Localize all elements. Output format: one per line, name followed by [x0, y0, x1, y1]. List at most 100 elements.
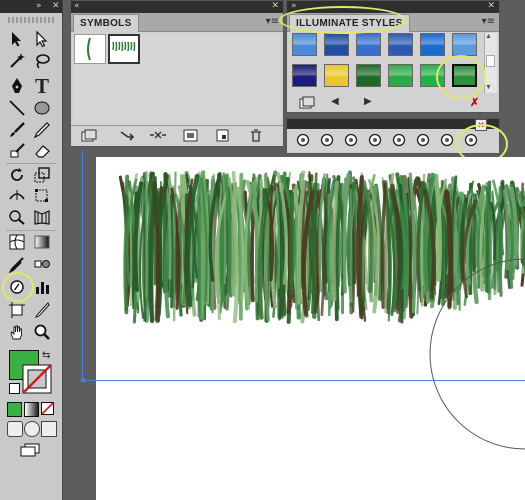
stroke-swatch[interactable] — [22, 364, 52, 394]
perspective-grid-tool[interactable] — [31, 207, 53, 227]
panel-grip[interactable] — [8, 17, 54, 23]
artboard-tool[interactable] — [6, 300, 28, 320]
pen-tool[interactable] — [6, 76, 28, 96]
artboard-guide-vertical — [82, 150, 83, 381]
symbol-thumbnail-selected[interactable] — [108, 34, 140, 64]
swatch-scrollbar[interactable]: ▲ ▼ — [484, 33, 497, 93]
pencil-tool[interactable] — [31, 120, 53, 140]
brush-icon — [10, 122, 25, 137]
swap-fill-stroke-icon[interactable]: ⇆ — [42, 350, 50, 361]
symbol-shifter-icon[interactable] — [318, 131, 336, 152]
symbols-tab-row: SYMBOLS ▾≡ — [71, 13, 283, 32]
screen-mode-button[interactable] — [19, 443, 41, 457]
eraser-tool[interactable] — [31, 141, 53, 161]
shape-builder-tool[interactable] — [6, 207, 28, 227]
grass-clump-icon — [112, 41, 136, 52]
blob-brush-tool[interactable] — [6, 141, 28, 161]
draw-normal-button[interactable] — [7, 421, 23, 437]
scale-icon — [34, 167, 50, 183]
symbol-screener-icon[interactable] — [438, 131, 456, 152]
color-mode-button[interactable] — [7, 402, 22, 417]
line-tool[interactable] — [6, 98, 28, 118]
scale-tool[interactable] — [31, 165, 53, 185]
symbol-thumbnail[interactable] — [74, 34, 106, 64]
symbol-options-icon[interactable] — [183, 129, 199, 145]
collapse-icon[interactable]: » — [36, 1, 42, 11]
type-tool[interactable]: T — [31, 73, 53, 98]
scroll-thumb[interactable] — [486, 55, 495, 67]
mesh-tool[interactable] — [6, 232, 28, 252]
symbol-stainer-icon[interactable] — [414, 131, 432, 152]
delete-symbol-icon[interactable] — [249, 129, 263, 145]
graphic-style-swatch[interactable] — [420, 33, 445, 56]
symbols-panel: « ✕ SYMBOLS ▾≡ — [70, 0, 284, 147]
close-icon[interactable]: ✕ — [271, 1, 279, 11]
anchor-point[interactable] — [81, 378, 85, 382]
selection-tool[interactable] — [6, 29, 28, 49]
none-mode-button[interactable] — [41, 402, 54, 415]
artboard-guide-horizontal — [82, 380, 525, 381]
zoom-icon — [34, 324, 50, 340]
tab-symbols[interactable]: SYMBOLS — [73, 14, 139, 32]
slice-tool[interactable] — [31, 300, 53, 320]
artboard[interactable] — [96, 157, 525, 500]
graphic-style-swatch[interactable] — [292, 64, 317, 87]
column-graph-tool[interactable] — [31, 277, 53, 297]
perspective-icon — [34, 210, 50, 225]
symbols-list — [74, 34, 281, 122]
hand-tool[interactable] — [6, 322, 28, 342]
zoom-tool[interactable] — [31, 322, 53, 342]
eyedropper-tool[interactable] — [6, 254, 28, 274]
graphic-style-swatch[interactable] — [452, 33, 477, 56]
ellipse-tool[interactable] — [31, 98, 53, 118]
symbol-libraries-icon[interactable] — [81, 129, 97, 145]
style-libraries-icon[interactable] — [299, 96, 315, 112]
grass-blade-icon — [87, 37, 91, 61]
draw-inside-button[interactable] — [41, 421, 57, 437]
gradient-tool[interactable] — [31, 232, 53, 252]
graphic-style-swatch[interactable] — [356, 33, 381, 56]
blend-tool[interactable] — [31, 254, 53, 274]
close-icon[interactable]: ✕ — [52, 1, 60, 11]
graphic-style-swatch[interactable] — [388, 64, 413, 87]
direct-selection-tool[interactable] — [31, 29, 53, 49]
panel-menu-icon[interactable]: ▾≡ — [266, 16, 279, 27]
graphic-style-swatch[interactable] — [388, 33, 413, 56]
lasso-tool[interactable] — [31, 51, 53, 71]
gradient-mode-button[interactable] — [24, 402, 39, 417]
lasso-icon — [36, 54, 50, 69]
width-tool[interactable] — [6, 186, 28, 206]
default-colors-icon[interactable] — [9, 383, 20, 394]
free-transform-tool[interactable] — [31, 186, 53, 206]
scroll-down-icon[interactable]: ▼ — [485, 84, 492, 91]
scroll-up-icon[interactable]: ▲ — [485, 33, 492, 40]
tools-panel-header: » ✕ — [0, 0, 62, 13]
graphic-style-swatch[interactable] — [356, 64, 381, 87]
panel-menu-icon[interactable]: ▾≡ — [482, 16, 495, 27]
rotate-tool[interactable] — [6, 165, 28, 185]
grass-artwork — [118, 170, 525, 450]
close-icon[interactable]: ✕ — [487, 1, 495, 11]
symbol-spinner-icon[interactable] — [390, 131, 408, 152]
type-icon: T — [34, 73, 49, 98]
hand-icon — [10, 325, 22, 340]
new-symbol-icon[interactable] — [215, 129, 231, 145]
draw-behind-button[interactable] — [24, 421, 40, 437]
symbol-sizer-icon[interactable] — [366, 131, 384, 152]
graphic-style-swatch[interactable] — [324, 33, 349, 56]
paintbrush-tool[interactable] — [6, 120, 28, 140]
place-symbol-icon[interactable] — [119, 129, 135, 145]
pencil-icon — [33, 122, 50, 139]
symbol-scruncher-icon[interactable] — [342, 131, 360, 152]
previous-icon[interactable]: ◀ — [331, 96, 339, 107]
graphic-style-swatch[interactable] — [292, 33, 317, 56]
blob-brush-icon — [10, 143, 25, 158]
remove-style-icon[interactable]: ✗ — [470, 96, 479, 109]
symbol-sprayer-icon[interactable] — [294, 131, 312, 152]
graphic-style-swatch[interactable] — [324, 64, 349, 87]
symbol-sprayer-highlight — [2, 272, 34, 302]
magic-wand-tool[interactable] — [6, 51, 28, 71]
expand-icon[interactable]: « — [74, 1, 80, 11]
break-link-icon[interactable] — [148, 129, 168, 145]
next-icon[interactable]: ▶ — [364, 96, 372, 107]
